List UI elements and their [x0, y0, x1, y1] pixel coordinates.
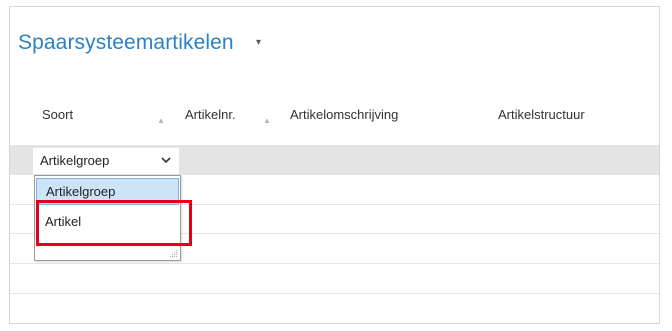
soort-filter-value: Artikelgroep [40, 153, 110, 168]
column-header-soort[interactable]: Soort [42, 107, 73, 122]
annotation-highlight-box [36, 200, 192, 246]
sort-up-icon[interactable]: ▲ [263, 116, 271, 125]
column-header-artikelstructuur[interactable]: Artikelstructuur [498, 107, 585, 122]
sort-up-icon[interactable]: ▲ [157, 116, 165, 125]
page-title[interactable]: Spaarsysteemartikelen [18, 31, 234, 55]
list-panel: Spaarsysteemartikelen ▾ Soort ▲ Artikeln… [9, 6, 660, 324]
resize-grip-icon[interactable] [169, 249, 178, 258]
column-header-artikelnr[interactable]: Artikelnr. [185, 107, 236, 122]
chevron-down-icon[interactable] [160, 154, 172, 166]
caret-down-icon[interactable]: ▾ [256, 37, 261, 48]
table-row-divider [10, 263, 659, 264]
column-header-artikelomschrijving[interactable]: Artikelomschrijving [290, 107, 398, 122]
table-row-divider [10, 293, 659, 294]
